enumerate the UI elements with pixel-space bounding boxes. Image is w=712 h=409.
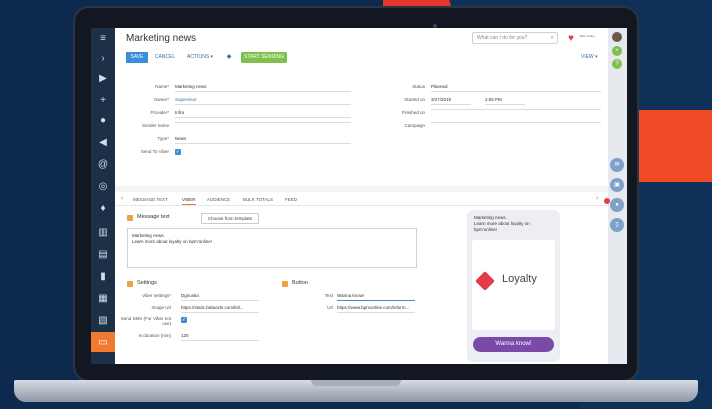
tab-viber[interactable]: VIBER: [182, 195, 196, 205]
campaign-input[interactable]: [431, 122, 601, 123]
add-icon[interactable]: +: [612, 46, 622, 56]
megaphone-icon[interactable]: ◀: [91, 132, 115, 152]
choose-template-button[interactable]: Choose from template: [201, 213, 259, 224]
started-time-input[interactable]: 2:55 PM: [485, 96, 525, 105]
document-icon[interactable]: ▤: [91, 244, 115, 264]
sidebar: ≡ › ▶ + ● ◀ @ ◎ ♦ ▥ ▤ ▮ ▦ ▧ ▭: [91, 28, 115, 364]
tab-bulk-totals[interactable]: BULK TOTALS: [243, 195, 273, 204]
field-label: Is duration (min): [138, 333, 171, 338]
message-line: Learn more about loyalty on bpm’online!: [132, 239, 213, 244]
field-label: Type*: [157, 136, 169, 141]
actions-button[interactable]: ACTIONS ▾: [183, 52, 217, 63]
search-input[interactable]: What can I do for you? ⌕: [472, 32, 558, 44]
at-icon[interactable]: @: [91, 154, 115, 174]
tabs-underline: [115, 205, 608, 206]
tab-message-text[interactable]: MESSAGE TEXT: [133, 195, 168, 204]
name-input[interactable]: Marketing news: [175, 83, 351, 92]
image-url-input[interactable]: https://static.btdaoxln.com/kitl...: [181, 304, 259, 313]
table-icon[interactable]: ▧: [91, 310, 115, 330]
field-label: Started on: [404, 97, 425, 102]
search-icon: ⌕: [550, 35, 554, 41]
tabs-scroll-left-icon[interactable]: ‹: [121, 195, 123, 202]
field-label: Status: [412, 84, 425, 89]
view-button[interactable]: VIEW ▾: [581, 54, 598, 60]
tab-audience[interactable]: AUDIENCE: [207, 195, 230, 204]
field-label: Send To Viber: [140, 149, 169, 154]
tag-icon[interactable]: ◆: [225, 52, 233, 63]
send-to-viber-checkbox[interactable]: ✓: [175, 149, 181, 155]
status-input[interactable]: Planned: [431, 83, 601, 92]
field-label: Text: [324, 293, 333, 298]
page-title: Marketing news: [126, 33, 197, 44]
account-label: Bpm’online: [580, 34, 595, 38]
field-label: Provider*: [150, 110, 169, 115]
main-panel: Marketing news What can I do for you? ⌕ ♥…: [115, 28, 608, 364]
avatar[interactable]: [612, 32, 622, 42]
message-text-section-title: Message text: [137, 214, 170, 220]
field-label: Viber settings*: [142, 293, 171, 298]
menu-icon[interactable]: ≡: [91, 28, 115, 48]
laptop-notch: [311, 380, 401, 386]
loyalty-logo-icon: [475, 271, 495, 291]
section-collapse-icon[interactable]: [127, 281, 133, 287]
owner-input[interactable]: Supervisor: [175, 96, 351, 105]
field-label: Owner*: [153, 97, 169, 102]
cancel-button[interactable]: CANCEL: [153, 52, 177, 63]
field-label: Sender name: [141, 123, 169, 128]
preview-button[interactable]: Wanna know!: [473, 337, 554, 352]
search-placeholder: What can I do for you?: [477, 35, 528, 41]
chat-icon[interactable]: ▭: [91, 332, 115, 352]
section-divider: [115, 186, 608, 192]
help-icon[interactable]: ?: [612, 59, 622, 69]
app-screen: ≡ › ▶ + ● ◀ @ ◎ ♦ ▥ ▤ ▮ ▦ ▧ ▭ Marketing …: [91, 28, 627, 364]
tabs-scroll-right-icon[interactable]: ›: [596, 195, 598, 202]
field-label: Finished on: [401, 110, 425, 115]
pin-icon[interactable]: ♦: [91, 198, 115, 218]
field-label: Url: [327, 305, 333, 310]
user-icon[interactable]: ●: [91, 110, 115, 130]
button-url-input[interactable]: https://www.bpmonline.com/inform...: [337, 304, 415, 313]
button-section-title: Button: [292, 280, 308, 286]
notification-badge: [604, 198, 610, 204]
button-text-input[interactable]: Wanna know!: [337, 292, 415, 301]
chevron-right-icon[interactable]: ›: [91, 48, 115, 68]
target-icon[interactable]: ◎: [91, 176, 115, 196]
plus-icon[interactable]: +: [91, 90, 115, 110]
field-label: Image Url: [151, 305, 171, 310]
chart-icon[interactable]: ▮: [91, 266, 115, 286]
email-icon[interactable]: ✉: [610, 158, 624, 172]
section-collapse-icon[interactable]: [127, 215, 133, 221]
preview-brand: Loyalty: [502, 273, 537, 285]
notifications-icon[interactable]: ●: [610, 198, 624, 212]
background-accent-block: [628, 110, 712, 182]
send-sms-checkbox[interactable]: ✓: [181, 317, 187, 323]
tab-feed[interactable]: FEED: [285, 195, 297, 204]
start-sending-button[interactable]: START SENDING: [241, 52, 287, 63]
calendar-icon[interactable]: ▦: [91, 288, 115, 308]
provider-input[interactable]: Infra: [175, 109, 351, 118]
viber-preview: Marketing news. Learn more about loyalty…: [467, 210, 560, 362]
document-panel-icon[interactable]: ▯: [610, 218, 624, 232]
settings-section-title: Settings: [137, 280, 157, 286]
buildings-icon[interactable]: ▥: [91, 222, 115, 242]
save-button[interactable]: SAVE: [126, 52, 148, 63]
play-icon[interactable]: ▶: [91, 68, 115, 88]
field-label: Campaign: [404, 123, 425, 128]
right-panel: + ? ✉ ▣ ● ▯: [608, 28, 627, 364]
finished-input[interactable]: [431, 109, 601, 110]
preview-line: bpm’online!: [474, 227, 498, 232]
chat-bubbles-icon[interactable]: ▣: [610, 178, 624, 192]
logo-heart-icon: ♥: [568, 33, 574, 44]
started-date-input[interactable]: 3/27/2019: [431, 96, 471, 105]
preview-text: Marketing news. Learn more about loyalty…: [474, 215, 554, 233]
viber-settings-input[interactable]: Dgnuska: [181, 292, 259, 301]
type-input[interactable]: News: [175, 135, 351, 144]
section-collapse-icon[interactable]: [282, 281, 288, 287]
field-label: Send SMS (For Viber not use): [120, 316, 171, 326]
duration-input[interactable]: 120: [181, 332, 259, 341]
sender-name-input[interactable]: [175, 122, 351, 123]
field-label: Name*: [155, 84, 169, 89]
preview-image: Loyalty: [472, 240, 555, 330]
message-textarea[interactable]: Marketing news. Learn more about loyalty…: [127, 228, 417, 268]
